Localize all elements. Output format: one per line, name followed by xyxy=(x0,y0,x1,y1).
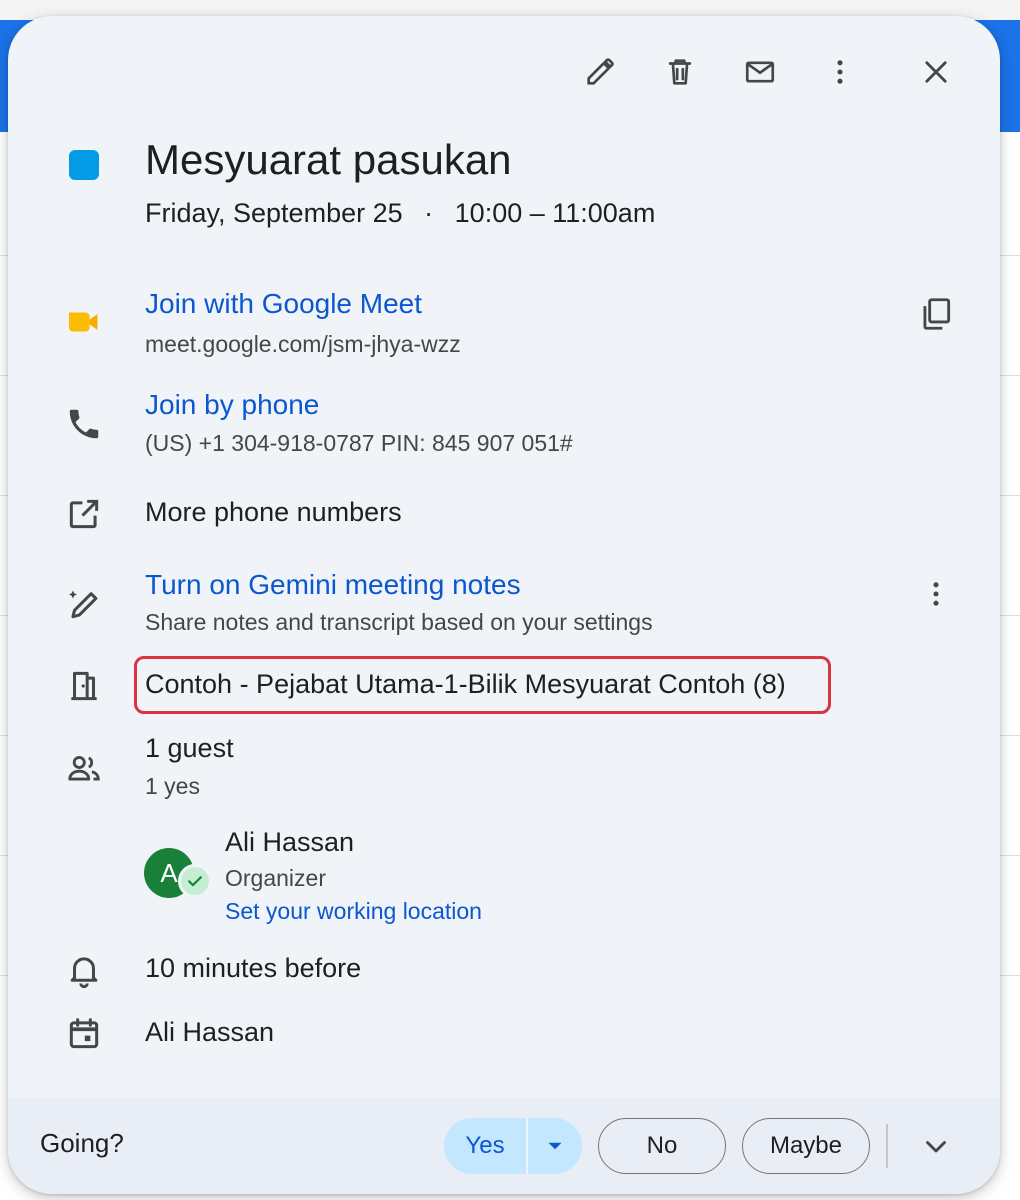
more-vert-icon xyxy=(933,582,939,606)
guest-summary: 1 yes xyxy=(145,773,200,799)
trash-icon xyxy=(668,59,692,85)
delete-event-button[interactable] xyxy=(660,52,700,92)
chevron-down-icon xyxy=(926,1141,946,1153)
meeting-room: Contoh - Pejabat Utama-1-Bilik Mesyuarat… xyxy=(145,669,786,699)
copy-meet-link-button[interactable] xyxy=(912,290,960,338)
gemini-pen-icon xyxy=(60,580,108,628)
guest-name[interactable]: Ali Hassan xyxy=(225,827,354,858)
rsvp-prompt: Going? xyxy=(40,1128,124,1158)
reminder-text: 10 minutes before xyxy=(145,953,362,983)
calendar-owner: Ali Hassan xyxy=(145,1017,275,1047)
close-icon xyxy=(925,61,947,83)
phone-details: (US) +1 304-918-0787 PIN: 845 907 051# xyxy=(145,430,573,456)
open-in-new-icon xyxy=(60,490,108,538)
rsvp-yes-dropdown-button[interactable] xyxy=(528,1118,582,1174)
google-meet-icon xyxy=(60,298,108,346)
meeting-room-icon xyxy=(60,662,108,710)
rsvp-maybe-button[interactable]: Maybe xyxy=(742,1118,870,1174)
edit-event-button[interactable] xyxy=(580,52,620,92)
more-phone-numbers-link[interactable]: More phone numbers xyxy=(145,497,402,528)
gemini-notes-description: Share notes and transcript based on your… xyxy=(145,609,653,635)
gemini-options-button[interactable] xyxy=(916,574,956,614)
close-button[interactable] xyxy=(916,52,956,92)
event-details-dialog: Mesyuarat pasukan Friday, September 25 ·… xyxy=(8,16,1000,1194)
join-meet-link[interactable]: Join with Google Meet xyxy=(145,288,422,320)
bell-icon xyxy=(60,946,108,994)
rsvp-no-button[interactable]: No xyxy=(598,1118,726,1174)
event-time: 10:00 – 11:00am xyxy=(454,198,656,228)
mail-icon xyxy=(745,61,775,83)
guest-count: 1 guest xyxy=(145,733,234,763)
more-options-button[interactable] xyxy=(820,52,860,92)
pencil-icon xyxy=(587,58,614,85)
event-datetime: Friday, September 25 · 10:00 – 11:00am xyxy=(145,198,655,229)
set-working-location-link[interactable]: Set your working location xyxy=(225,898,482,925)
more-vert-icon xyxy=(837,60,843,84)
event-date: Friday, September 25 xyxy=(145,198,403,228)
rsvp-yes-group: Yes xyxy=(444,1118,582,1174)
join-by-phone-link[interactable]: Join by phone xyxy=(145,389,319,421)
meet-url: meet.google.com/jsm-jhya-wzz xyxy=(145,331,461,357)
check-icon xyxy=(188,876,202,887)
event-color-swatch xyxy=(69,150,99,180)
accepted-check-badge xyxy=(178,864,212,898)
rsvp-yes-button[interactable]: Yes xyxy=(444,1118,526,1174)
people-icon xyxy=(60,744,108,792)
calendar-icon xyxy=(60,1010,108,1058)
datetime-separator: · xyxy=(424,198,434,228)
email-guests-button[interactable] xyxy=(740,52,780,92)
rsvp-expand-button[interactable] xyxy=(916,1126,956,1166)
event-title: Mesyuarat pasukan xyxy=(145,136,512,183)
phone-icon xyxy=(60,400,108,448)
gemini-notes-link[interactable]: Turn on Gemini meeting notes xyxy=(145,569,521,601)
footer-divider xyxy=(886,1124,888,1168)
guest-role: Organizer xyxy=(225,865,326,891)
copy-icon xyxy=(923,298,951,330)
caret-down-icon xyxy=(548,1142,562,1150)
